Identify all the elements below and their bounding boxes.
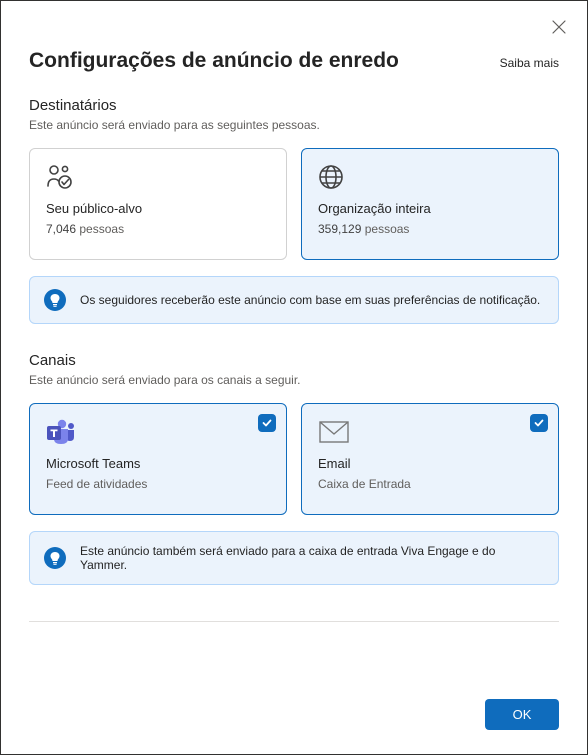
channels-section: Canais Este anúncio será enviado para os… (29, 352, 559, 613)
people-check-icon (46, 163, 270, 191)
recipient-option-target-audience[interactable]: Seu público-alvo 7,046 pessoas (29, 148, 287, 260)
announcement-settings-dialog: Configurações de anúncio de enredo Saiba… (1, 1, 587, 754)
channels-info-banner: Este anúncio também será enviado para a … (29, 531, 559, 585)
recipients-description: Este anúncio será enviado para as seguin… (29, 118, 559, 132)
channel-option-label: Microsoft Teams (46, 456, 270, 471)
recipient-option-label: Seu público-alvo (46, 201, 270, 216)
ok-button[interactable]: OK (485, 699, 559, 730)
teams-icon (46, 418, 270, 446)
dialog-header: Configurações de anúncio de enredo Saiba… (29, 49, 559, 73)
recipients-options: Seu público-alvo 7,046 pessoas Organizaç… (29, 148, 559, 260)
footer-divider (29, 621, 559, 622)
recipient-option-count: 359,129 pessoas (318, 222, 542, 236)
globe-icon (318, 163, 542, 191)
channels-description: Este anúncio será enviado para os canais… (29, 373, 559, 387)
channel-option-email[interactable]: Email Caixa de Entrada (301, 403, 559, 515)
channel-option-sub: Feed de atividades (46, 477, 270, 491)
lightbulb-icon (44, 547, 66, 569)
channels-title: Canais (29, 352, 559, 369)
channel-option-sub: Caixa de Entrada (318, 477, 542, 491)
recipient-option-label: Organização inteira (318, 201, 542, 216)
dialog-footer: OK (29, 699, 559, 734)
checkbox-checked-icon (258, 414, 276, 432)
dialog-title: Configurações de anúncio de enredo (29, 49, 399, 73)
recipients-section: Destinatários Este anúncio será enviado … (29, 97, 559, 352)
close-icon (552, 20, 566, 34)
channels-options: Microsoft Teams Feed de atividades Email… (29, 403, 559, 515)
checkbox-checked-icon (530, 414, 548, 432)
learn-more-link[interactable]: Saiba mais (500, 56, 559, 70)
mail-icon (318, 418, 542, 446)
recipients-info-text: Os seguidores receberão este anúncio com… (80, 293, 540, 307)
recipient-option-entire-org[interactable]: Organização inteira 359,129 pessoas (301, 148, 559, 260)
close-button[interactable] (545, 13, 573, 41)
recipients-title: Destinatários (29, 97, 559, 114)
channel-option-label: Email (318, 456, 542, 471)
lightbulb-icon (44, 289, 66, 311)
channel-option-teams[interactable]: Microsoft Teams Feed de atividades (29, 403, 287, 515)
recipients-info-banner: Os seguidores receberão este anúncio com… (29, 276, 559, 324)
recipient-option-count: 7,046 pessoas (46, 222, 270, 236)
channels-info-text: Este anúncio também será enviado para a … (80, 544, 544, 572)
